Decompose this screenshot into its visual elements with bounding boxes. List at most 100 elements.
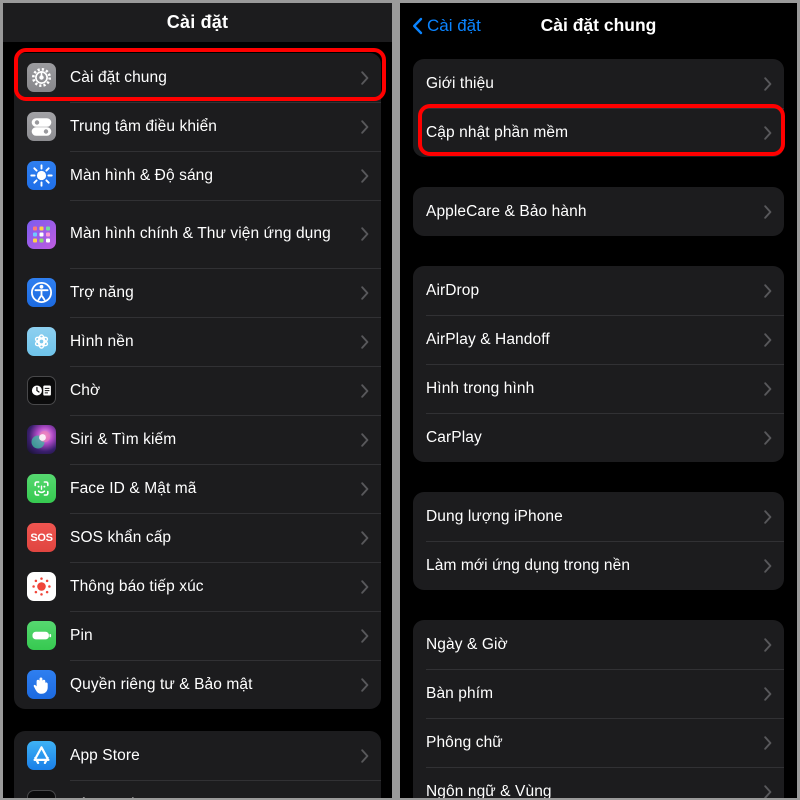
- settings-row[interactable]: SOS SOS khẩn cấp: [14, 513, 381, 562]
- settings-row[interactable]: Pin: [14, 611, 381, 660]
- settings-row[interactable]: Hình nền: [14, 317, 381, 366]
- settings-group-applecare: AppleCare & Bảo hành: [413, 187, 784, 236]
- settings-screen-left: Cài đặt Cài đặt chung Trung tâm điều khiể…: [3, 3, 392, 798]
- general-settings-screen-right: Cài đặt Cài đặt chung Giới thiệu Cập nhật…: [400, 3, 797, 798]
- general-settings-list[interactable]: Giới thiệu Cập nhật phần mềm AppleCare & …: [400, 48, 797, 798]
- standby-icon: [27, 376, 56, 405]
- settings-row-label: AirDrop: [426, 281, 480, 299]
- settings-row[interactable]: Cập nhật phần mềm: [413, 108, 784, 157]
- gear-icon: [27, 63, 56, 92]
- settings-row[interactable]: Cài đặt chung: [14, 53, 381, 102]
- chevron-right-icon: [361, 168, 369, 183]
- settings-row-label: Màn hình chính & Thư viện ứng dụng: [70, 225, 331, 242]
- right-navbar: Cài đặt Cài đặt chung: [400, 3, 797, 48]
- left-settings-list[interactable]: Cài đặt chung Trung tâm điều khiển Màn hìn…: [3, 42, 392, 798]
- back-button[interactable]: Cài đặt: [412, 16, 481, 36]
- chevron-right-icon: [361, 432, 369, 447]
- settings-row-label: Chờ: [70, 381, 101, 399]
- brightness-icon: [27, 161, 56, 190]
- settings-row-label: Face ID & Mật mã: [70, 479, 197, 497]
- settings-row[interactable]: App Store: [14, 731, 381, 780]
- chevron-right-icon: [764, 283, 772, 298]
- chevron-right-icon: [361, 481, 369, 496]
- settings-row-label: Hình trong hình: [426, 379, 535, 397]
- settings-row[interactable]: Quyền riêng tư & Bảo mật: [14, 660, 381, 709]
- chevron-right-icon: [361, 383, 369, 398]
- settings-group-primary: Cài đặt chung Trung tâm điều khiển Màn hìn…: [14, 53, 381, 709]
- settings-row[interactable]: Màn hình & Độ sáng: [14, 151, 381, 200]
- chevron-right-icon: [361, 677, 369, 692]
- settings-row[interactable]: Hình trong hình: [413, 364, 784, 413]
- chevron-left-icon: [412, 17, 423, 35]
- settings-row-label: Giới thiệu: [426, 74, 495, 92]
- settings-row[interactable]: Làm mới ứng dụng trong nền: [413, 541, 784, 590]
- settings-row[interactable]: Bàn phím: [413, 669, 784, 718]
- settings-row-label: Quyền riêng tư & Bảo mật: [70, 675, 253, 693]
- settings-row[interactable]: Thông báo tiếp xúc: [14, 562, 381, 611]
- settings-row[interactable]: Siri & Tìm kiếm: [14, 415, 381, 464]
- chevron-right-icon: [361, 70, 369, 85]
- chevron-right-icon: [361, 227, 369, 241]
- settings-row[interactable]: Face ID & Mật mã: [14, 464, 381, 513]
- settings-row[interactable]: Phông chữ: [413, 718, 784, 767]
- chevron-right-icon: [764, 381, 772, 396]
- settings-group-localization: Ngày & Giờ Bàn phím Phông chữ Ngôn ngữ & Vù…: [413, 620, 784, 798]
- settings-row-label: Thông báo tiếp xúc: [70, 577, 204, 595]
- chevron-right-icon: [764, 76, 772, 91]
- settings-row-label: Cài đặt chung: [70, 68, 167, 86]
- exposure-notification-icon: [27, 572, 56, 601]
- settings-row-label: Phông chữ: [426, 733, 503, 751]
- settings-group-store: App Store Ví & Apple Pay: [14, 731, 381, 798]
- settings-row[interactable]: Trung tâm điều khiển: [14, 102, 381, 151]
- settings-row-label: Màn hình & Độ sáng: [70, 166, 214, 184]
- settings-row-label: AppleCare & Bảo hành: [426, 202, 587, 220]
- chevron-right-icon: [764, 558, 772, 573]
- settings-row[interactable]: Dung lượng iPhone: [413, 492, 784, 541]
- settings-row-label: Bàn phím: [426, 684, 494, 702]
- settings-row-label: SOS khẩn cấp: [70, 528, 172, 546]
- privacy-hand-icon: [27, 670, 56, 699]
- settings-row-label: Trung tâm điều khiển: [70, 117, 218, 135]
- settings-row[interactable]: CarPlay: [413, 413, 784, 462]
- settings-row[interactable]: Màn hình chính & Thư viện ứng dụng: [14, 200, 381, 268]
- chevron-right-icon: [764, 332, 772, 347]
- settings-row-label: Ngôn ngữ & Vùng: [426, 782, 552, 799]
- chevron-right-icon: [764, 430, 772, 445]
- chevron-right-icon: [361, 285, 369, 300]
- settings-group-connectivity: AirDrop AirPlay & Handoff Hình trong hình C…: [413, 266, 784, 462]
- settings-row[interactable]: Ngày & Giờ: [413, 620, 784, 669]
- chevron-right-icon: [764, 509, 772, 524]
- chevron-right-icon: [764, 784, 772, 798]
- app-store-icon: [27, 741, 56, 770]
- settings-row[interactable]: AppleCare & Bảo hành: [413, 187, 784, 236]
- settings-row[interactable]: AirPlay & Handoff: [413, 315, 784, 364]
- settings-row-label: Làm mới ứng dụng trong nền: [426, 556, 631, 574]
- face-id-icon: [27, 474, 56, 503]
- settings-row[interactable]: Chờ: [14, 366, 381, 415]
- home-screen-icon: [27, 219, 56, 249]
- settings-row[interactable]: Ví & Apple Pay: [14, 780, 381, 798]
- settings-row[interactable]: Giới thiệu: [413, 59, 784, 108]
- back-button-label: Cài đặt: [427, 15, 481, 35]
- settings-row-label: CarPlay: [426, 428, 482, 446]
- settings-row[interactable]: Trợ năng: [14, 268, 381, 317]
- settings-row-label: AirPlay & Handoff: [426, 330, 550, 348]
- screenshot-root: Cài đặt Cài đặt chung Trung tâm điều khiể…: [0, 0, 800, 800]
- wallet-icon: [27, 790, 56, 798]
- accessibility-icon: [27, 278, 56, 307]
- settings-group-storage: Dung lượng iPhone Làm mới ứng dụng trong …: [413, 492, 784, 590]
- control-center-icon: [27, 112, 56, 141]
- settings-row[interactable]: Ngôn ngữ & Vùng: [413, 767, 784, 798]
- siri-icon: [27, 425, 56, 454]
- chevron-right-icon: [361, 748, 369, 763]
- settings-row-label: Cập nhật phần mềm: [426, 123, 569, 141]
- battery-icon: [27, 621, 56, 650]
- chevron-right-icon: [361, 119, 369, 134]
- settings-group-about: Giới thiệu Cập nhật phần mềm: [413, 59, 784, 157]
- chevron-right-icon: [764, 204, 772, 219]
- settings-row[interactable]: AirDrop: [413, 266, 784, 315]
- chevron-right-icon: [361, 530, 369, 545]
- chevron-right-icon: [361, 579, 369, 594]
- settings-row-label: Pin: [70, 626, 93, 644]
- settings-row-label: Trợ năng: [70, 283, 134, 301]
